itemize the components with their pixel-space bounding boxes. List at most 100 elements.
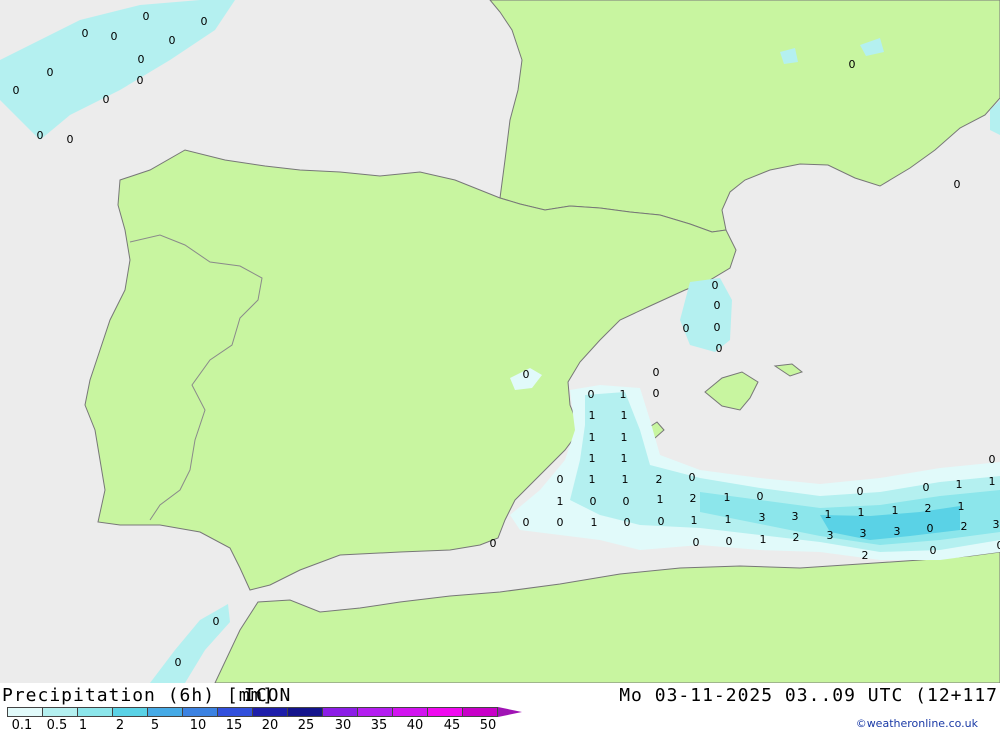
precip-value-label: 3 <box>827 529 834 542</box>
valid-time: Mo 03-11-2025 03..09 UTC (12+117 <box>619 685 998 706</box>
legend-tick-label: 20 <box>261 718 279 733</box>
precip-value-label: 0 <box>954 178 961 191</box>
precip-value-label: 0 <box>683 322 690 335</box>
legend-swatch <box>182 707 218 717</box>
precip-value-label: 0 <box>103 93 110 106</box>
legend-ticks: 0.1 0.5 1 2 5 10 15 20 25 30 35 40 45 50 <box>0 718 520 733</box>
precip-value-label: 0 <box>989 453 996 466</box>
precip-value-label: 2 <box>793 531 800 544</box>
precip-value-label: 0 <box>653 366 660 379</box>
precip-value-label: 0 <box>523 368 530 381</box>
map-canvas: 0 0 0 0 0 0 0 0 0 0 0 0 0 0 0 0 0 0 0 0 0 0 0 0 1 1 1 1 1 1 1 0 1 1 2 0 1 0 0 1… <box>0 0 1000 683</box>
precip-value-label: 0 <box>138 53 145 66</box>
legend-tick-label: 15 <box>225 718 243 733</box>
legend-swatch <box>7 707 43 717</box>
legend-tick-label: 35 <box>370 718 388 733</box>
precip-value-label: 0 <box>47 66 54 79</box>
legend-swatch <box>322 707 358 717</box>
model-name: ICON <box>244 685 292 706</box>
precip-value-label: 1 <box>557 495 564 508</box>
legend-tick-label: 25 <box>297 718 315 733</box>
precip-value-label: 3 <box>993 518 1000 531</box>
legend-swatch <box>147 707 183 717</box>
precip-value-label: 0 <box>557 516 564 529</box>
precip-value-label: 2 <box>925 502 932 515</box>
precip-value-label: 2 <box>690 492 697 505</box>
precip-value-label: 0 <box>757 490 764 503</box>
precip-value-label: 0 <box>927 522 934 535</box>
precip-value-label: 0 <box>201 15 208 28</box>
precip-value-label: 0 <box>714 299 721 312</box>
precip-value-label: 0 <box>930 544 937 557</box>
footer: Precipitation (6h) [mm] ICON Mo 03-11-20… <box>0 683 1000 733</box>
precip-value-label: 1 <box>589 473 596 486</box>
legend-tick-label: 30 <box>334 718 352 733</box>
precip-value-label: 0 <box>143 10 150 23</box>
precip-value-label: 3 <box>860 527 867 540</box>
land-mallorca <box>704 371 759 411</box>
legend-tick-label: 2 <box>115 718 125 733</box>
precip-value-label: 1 <box>657 493 664 506</box>
precip-value-label: 0 <box>653 387 660 400</box>
precip-value-label: 0 <box>857 485 864 498</box>
legend-tick-label: 0.5 <box>46 718 68 733</box>
precip-value-label: 0 <box>623 495 630 508</box>
precip-value-label: 0 <box>726 535 733 548</box>
land-menorca <box>773 363 804 377</box>
precip-value-label: 0 <box>169 34 176 47</box>
precip-value-label: 0 <box>624 516 631 529</box>
legend-swatch <box>427 707 463 717</box>
precip-value-label: 3 <box>894 525 901 538</box>
legend-swatch <box>112 707 148 717</box>
precip-value-label: 2 <box>656 473 663 486</box>
legend-tick-label: 50 <box>479 718 497 733</box>
precip-value-label: 0 <box>67 133 74 146</box>
precip-value-label: 3 <box>792 510 799 523</box>
precip-value-label: 1 <box>589 409 596 422</box>
precip-value-label: 1 <box>956 478 963 491</box>
legend-swatch <box>42 707 78 717</box>
map-title: Precipitation (6h) [mm] <box>2 685 275 706</box>
legend-arrow-icon <box>498 707 522 717</box>
precip-value-label: 0 <box>658 515 665 528</box>
precip-value-label: 0 <box>588 388 595 401</box>
precip-value-label: 0 <box>137 74 144 87</box>
precip-value-label: 1 <box>620 388 627 401</box>
legend-tick-label: 10 <box>189 718 207 733</box>
precip-value-label: 0 <box>490 537 497 550</box>
precip-value-label: 1 <box>725 513 732 526</box>
legend-swatch <box>252 707 288 717</box>
precip-value-label: 1 <box>892 504 899 517</box>
precip-value-label: 3 <box>759 511 766 524</box>
precip-value-label: 0 <box>590 495 597 508</box>
precip-value-label: 0 <box>923 481 930 494</box>
precip-value-label: 0 <box>716 342 723 355</box>
credit-link[interactable]: ©weatheronline.co.uk <box>856 717 978 730</box>
precip-value-label: 0 <box>714 321 721 334</box>
precip-value-label: 1 <box>591 516 598 529</box>
precip-value-label: 1 <box>724 491 731 504</box>
precip-value-label: 0 <box>82 27 89 40</box>
precip-value-label: 2 <box>961 520 968 533</box>
precip-value-label: 1 <box>858 506 865 519</box>
precip-value-label: 1 <box>621 431 628 444</box>
precip-value-label: 0 <box>689 471 696 484</box>
precip-value-label: 0 <box>213 615 220 628</box>
legend-tick-label: 0.1 <box>11 718 33 733</box>
color-legend <box>7 707 522 717</box>
precip-value-label: 0 <box>13 84 20 97</box>
legend-swatch <box>392 707 428 717</box>
legend-swatch <box>77 707 113 717</box>
precip-value-label: 1 <box>622 473 629 486</box>
precip-value-label: 1 <box>760 533 767 546</box>
land-africa <box>214 551 1000 683</box>
legend-tick-label: 1 <box>78 718 88 733</box>
precipitation-map: 0 0 0 0 0 0 0 0 0 0 0 0 0 0 0 0 0 0 0 0 0 0 0 0 1 1 1 1 1 1 1 0 1 1 2 0 1 0 0 1… <box>0 0 1000 683</box>
precip-value-label: 1 <box>589 452 596 465</box>
precip-value-label: 0 <box>997 539 1000 552</box>
precip-value-label: 1 <box>989 475 996 488</box>
precip-value-label: 0 <box>37 129 44 142</box>
precip-value-label: 0 <box>712 279 719 292</box>
precip-value-label: 1 <box>958 500 965 513</box>
legend-tick-label: 45 <box>443 718 461 733</box>
